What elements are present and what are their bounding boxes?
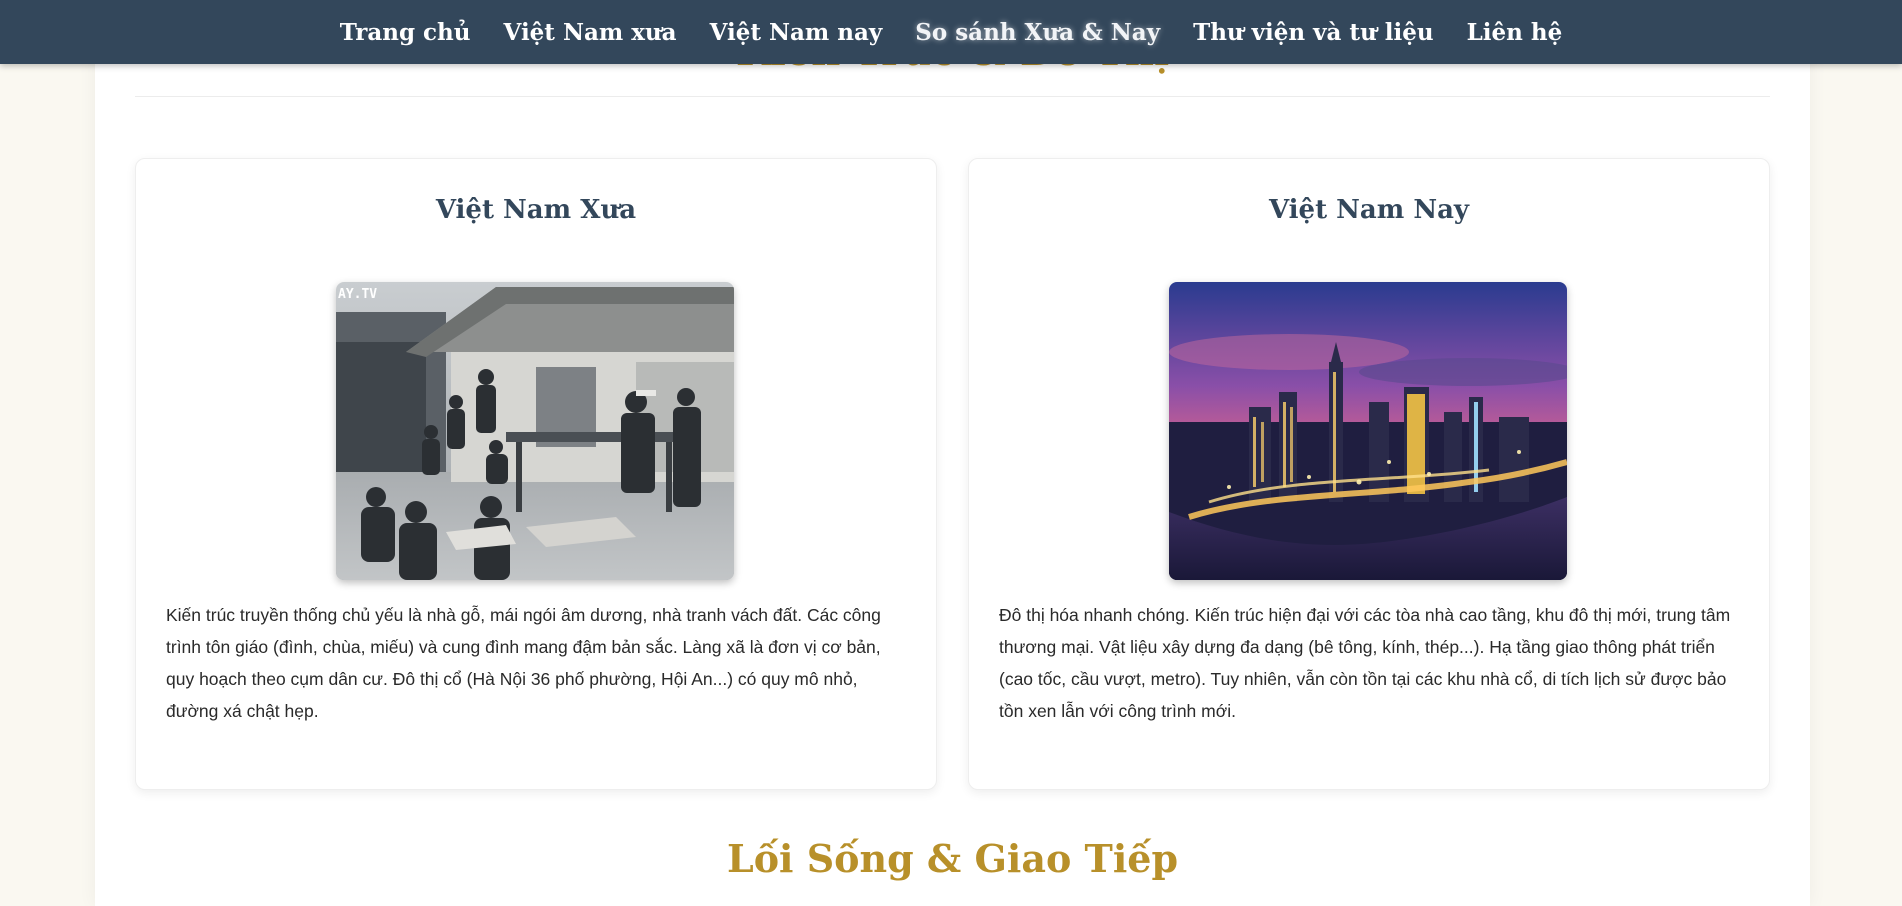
nav-item-home[interactable]: Trang chủ <box>340 19 471 46</box>
nav-item-vietnam-present[interactable]: Việt Nam nay <box>710 19 883 46</box>
nav-item-compare[interactable]: So sánh Xưa & Nay <box>915 19 1160 46</box>
nav-item-library[interactable]: Thư viện và tư liệu <box>1193 19 1434 46</box>
next-section-title: Lối Sống & Giao Tiếp <box>726 836 1179 881</box>
photo-watermark: AY.TV <box>338 287 377 302</box>
section-divider <box>135 96 1770 97</box>
card-title-past: Việt Nam Xưa <box>435 195 637 225</box>
page-content: Kiến Trúc & Đô Thị Việt Nam Xưa <box>95 0 1810 906</box>
card-vietnam-past: Việt Nam Xưa AY.TV Kiến trúc truyền thốn… <box>135 158 937 790</box>
card-text-present: Đô thị hóa nhanh chóng. Kiến trúc hiện đ… <box>999 605 1731 721</box>
nav-item-contact[interactable]: Liên hệ <box>1467 19 1563 46</box>
main-navigation: Trang chủ Việt Nam xưa Việt Nam nay So s… <box>0 0 1902 64</box>
old-vietnam-school-photo: AY.TV <box>336 282 734 580</box>
card-vietnam-present: Việt Nam Nay Đô thị hóa nhanh chóng. Kiế… <box>968 158 1770 790</box>
card-text-past: Kiến trúc truyền thống chủ yếu là nhà gỗ… <box>166 605 881 721</box>
nav-item-vietnam-past[interactable]: Việt Nam xưa <box>504 19 677 46</box>
card-title-present: Việt Nam Nay <box>1268 195 1470 225</box>
modern-city-night-photo <box>1169 282 1567 580</box>
